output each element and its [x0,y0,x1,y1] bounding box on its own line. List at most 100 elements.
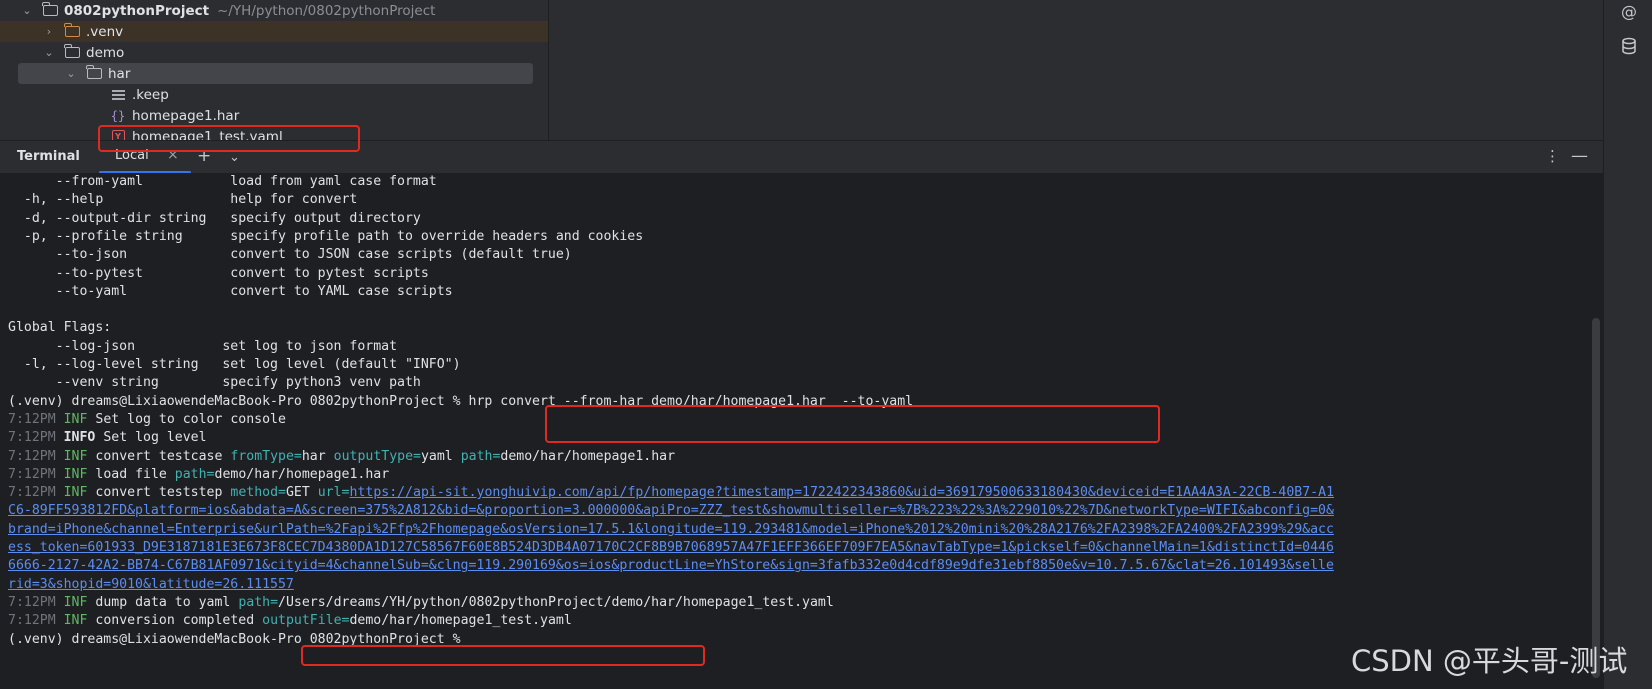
log-level: INF [63,485,88,501]
help-line: -d, --output-dir string specify output d… [8,210,421,226]
log-time: 7:12PM [8,613,56,629]
log-message: Set log to color console [95,411,286,427]
command-text: hrp convert --from-har demo/har/homepage… [468,393,914,409]
log-message: load file [95,466,167,482]
command-line: (.venv) dreams@LixiaowendeMacBook-Pro 08… [8,393,913,411]
help-line: Global Flags: [8,320,112,336]
log-value: har [301,448,326,464]
folder-icon [64,44,80,60]
tree-item-label: .venv [86,23,124,40]
log-line: 7:12PM INF Set log to color console [8,411,286,429]
url-link[interactable]: https://api-sit.yonghuivip.com/api/fp/ho… [350,485,1335,500]
project-tree: ⌄ 0802pythonProject ~/YH/python/0802pyth… [0,0,548,145]
log-message: convert testcase [95,448,223,464]
log-key: outputFile= [262,613,350,629]
tree-item-label: 0802pythonProject [64,2,210,19]
log-value: demo/har/homepage1.har [214,466,390,482]
chevron-down-icon[interactable]: ⌄ [64,67,78,80]
url-link[interactable]: brand=iPhone&channel=Enterprise&urlPath=… [8,521,1334,539]
help-line: --venv string specify python3 venv path [8,375,421,391]
project-path: ~/YH/python/0802pythonProject [217,2,436,19]
log-time: 7:12PM [8,430,56,446]
tree-item-har[interactable]: ⌄ har [18,63,533,84]
log-value: GET [285,485,310,501]
log-message: convert teststep [95,485,223,501]
log-value: demo/har/homepage1.har [500,448,676,464]
log-line: 7:12PM INF dump data to yaml path=/Users… [8,594,834,612]
tree-item-label: homepage1.har [132,107,240,124]
tree-item-label: demo [86,44,125,61]
log-time: 7:12PM [8,411,56,427]
minimize-icon[interactable]: — [1571,146,1588,166]
chevron-down-icon[interactable]: ⌄ [42,46,56,59]
log-line: 7:12PM INF load file path=demo/har/homep… [8,466,389,484]
tree-item-root[interactable]: ⌄ 0802pythonProject ~/YH/python/0802pyth… [20,0,435,21]
log-value: demo/har/homepage1_test.yaml [349,613,572,629]
log-level: INF [63,594,88,610]
url-link[interactable]: ess_token=601933_D9E3187181E3E673F8CEC7D… [8,539,1334,557]
tree-item-label: har [108,65,131,82]
tree-item-label: .keep [132,86,169,103]
watermark: CSDN @平头哥-测试 [1351,644,1628,678]
database-icon[interactable] [1620,37,1638,55]
log-key: path= [460,448,501,464]
url-link[interactable]: C6-89FF593812FD&platform=ios&abdata=A&sc… [8,502,1334,520]
log-time: 7:12PM [8,485,56,501]
tab-local[interactable]: Local × [99,141,191,174]
help-line: --from-yaml load from yaml case format [8,174,437,189]
help-line: -l, --log-level string set log level (de… [8,357,461,372]
log-value: /Users/dreams/YH/python/0802pythonProjec… [278,594,834,610]
log-message: Set log level [103,430,207,446]
text-file-icon [110,88,126,102]
terminal-output[interactable]: --from-yaml load from yaml case format -… [0,173,1603,689]
editor-area [548,0,1603,140]
log-key: method= [230,485,286,501]
help-line: --to-json convert to JSON case scripts (… [8,247,572,263]
folder-icon [86,65,102,81]
tab-label: Local [115,148,149,163]
log-time: 7:12PM [8,466,56,482]
log-level: INF [63,448,88,464]
log-time: 7:12PM [8,448,56,464]
log-message: dump data to yaml [95,594,231,610]
log-level: INFO [63,430,96,446]
help-line: --to-yaml convert to YAML case scripts [8,283,453,299]
log-value: yaml [420,448,453,464]
tree-item-keep[interactable]: .keep [110,84,169,105]
shell-prompt: (.venv) dreams@LixiaowendeMacBook-Pro 08… [8,393,469,409]
folder-icon [42,2,58,18]
json-file-icon: {} [110,108,126,123]
help-line: -h, --help help for convert [8,192,358,208]
url-link[interactable]: 6666-2127-42A2-BB74-C67B81AF0971&cityid=… [8,557,1334,575]
help-line: --log-json set log to json format [8,338,398,354]
ai-assistant-icon[interactable]: @ [1620,3,1638,21]
tree-item-homepage1-har[interactable]: {} homepage1.har [110,105,239,126]
folder-icon [64,23,80,39]
log-time: 7:12PM [8,594,56,610]
log-level: INF [63,466,88,482]
chevron-down-icon[interactable]: ⌄ [20,4,34,17]
add-tab-icon[interactable]: + [197,146,211,166]
terminal-scrollbar[interactable] [1592,318,1600,678]
more-options-icon[interactable]: ⋮ [1545,146,1560,166]
chevron-right-icon[interactable]: › [42,25,56,38]
tree-item-demo[interactable]: ⌄ demo [42,42,124,63]
chevron-down-icon[interactable]: ⌄ [229,148,240,168]
final-prompt: (.venv) dreams@LixiaowendeMacBook-Pro 08… [8,631,469,647]
log-key: path= [174,466,215,482]
close-icon[interactable]: × [167,147,179,163]
log-line: 7:12PM INF convert testcase fromType=har… [8,448,675,466]
log-key: path= [238,594,279,610]
url-link[interactable]: rid=3&shopid=9010&latitude=26.111557 [8,576,294,594]
help-line: -p, --profile string specify profile pat… [8,228,644,244]
log-message: conversion completed [95,613,255,629]
log-key: outputType= [333,448,421,464]
log-key: url= [317,485,350,501]
terminal-title: Terminal [17,149,80,164]
log-line: 7:12PM INF conversion completed outputFi… [8,612,572,630]
log-level: INF [63,613,88,629]
log-key: fromType= [230,448,302,464]
log-line: 7:12PM INF convert teststep method=GET u… [8,484,1334,502]
tree-item-venv[interactable]: › .venv [0,21,548,42]
log-level: INF [63,411,88,427]
